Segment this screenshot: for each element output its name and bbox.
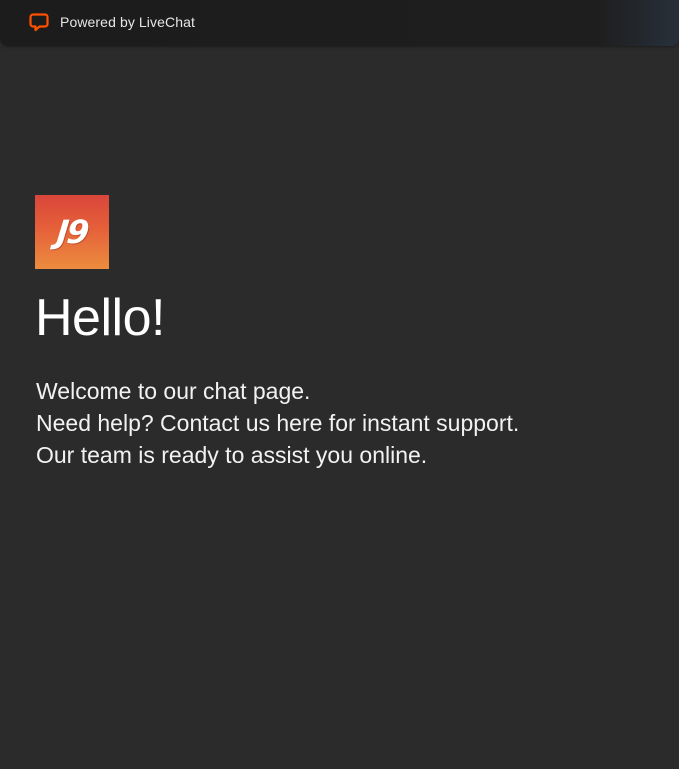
brand-logo: J9 xyxy=(35,195,109,269)
greeting-heading: Hello! xyxy=(35,289,165,347)
livechat-icon xyxy=(29,12,49,32)
top-bar: Powered by LiveChat xyxy=(0,0,679,46)
welcome-message: Welcome to our chat page. Need help? Con… xyxy=(36,375,519,471)
welcome-line: Welcome to our chat page. xyxy=(36,378,311,404)
welcome-line: Need help? Contact us here for instant s… xyxy=(36,410,520,436)
brand-logo-text: J9 xyxy=(54,213,90,251)
welcome-line: Our team is ready to assist you online. xyxy=(36,442,428,468)
powered-by-label: Powered by LiveChat xyxy=(60,14,195,30)
powered-by-livechat-link[interactable]: Powered by LiveChat xyxy=(29,11,195,33)
